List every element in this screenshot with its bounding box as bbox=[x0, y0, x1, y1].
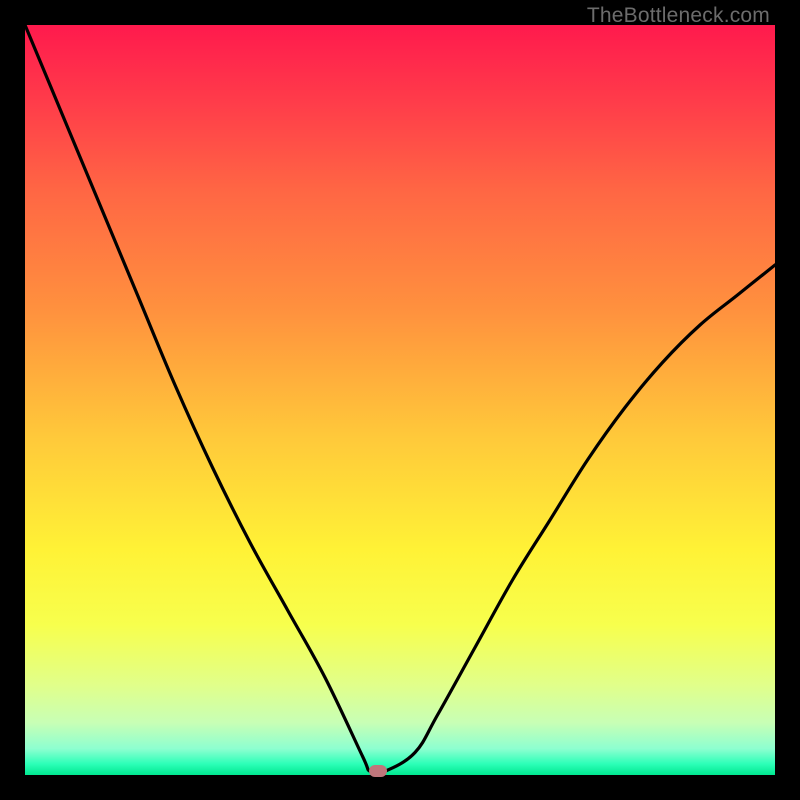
bottleneck-curve bbox=[25, 25, 775, 775]
optimal-point-marker bbox=[369, 765, 387, 777]
plot-area bbox=[25, 25, 775, 775]
watermark-text: TheBottleneck.com bbox=[587, 4, 770, 28]
